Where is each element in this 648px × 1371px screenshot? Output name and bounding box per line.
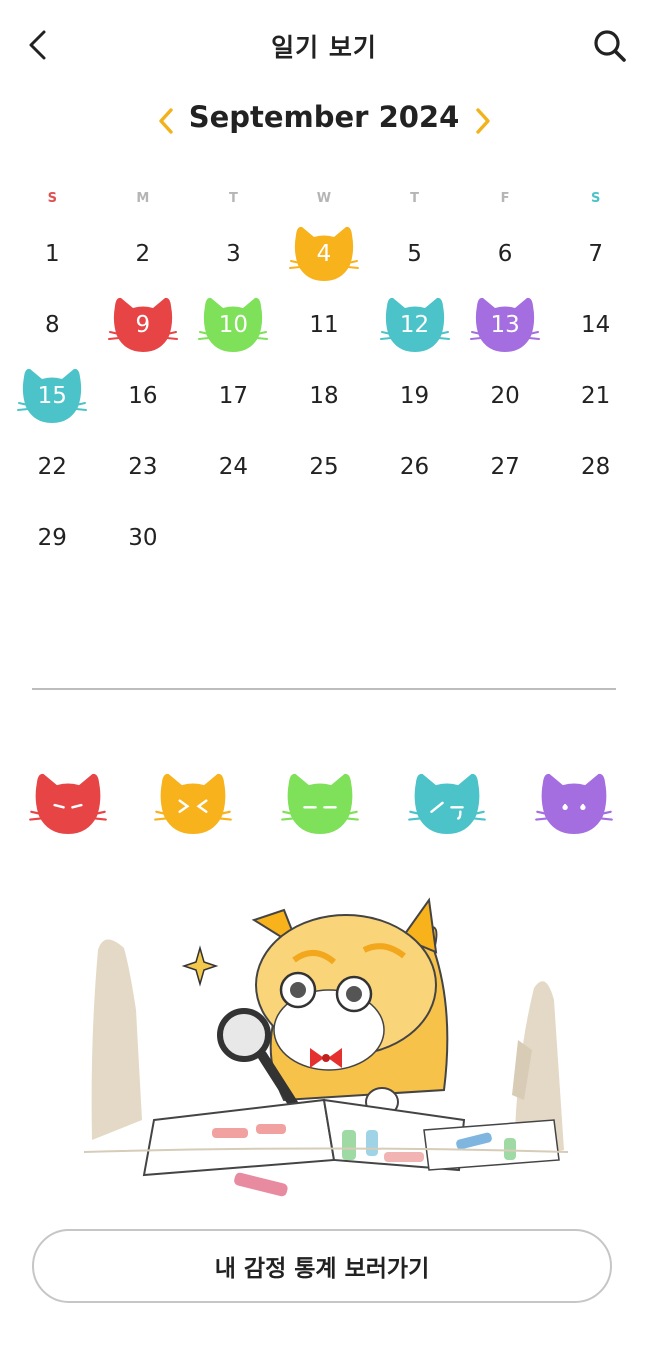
- calendar-day-cell[interactable]: 17: [188, 360, 279, 431]
- calendar-day-cell[interactable]: 10: [188, 289, 279, 360]
- day-number: 19: [399, 382, 430, 409]
- day-number: 15: [37, 382, 67, 409]
- day-number: 18: [309, 382, 339, 409]
- day-number: 6: [497, 240, 513, 267]
- calendar-day-cell[interactable]: 9: [98, 289, 189, 360]
- weekday-label: M: [136, 191, 150, 206]
- calendar-day-cell[interactable]: 22: [7, 431, 98, 502]
- calm-cat-icon[interactable]: [280, 766, 360, 842]
- angry-cat-icon[interactable]: [28, 766, 108, 842]
- weekday-label: W: [316, 191, 332, 206]
- search-icon[interactable]: [592, 28, 628, 64]
- calendar-day-cell[interactable]: 11: [279, 289, 370, 360]
- weekday-header: SMTWTFS: [7, 191, 641, 213]
- day-number: 23: [128, 453, 158, 480]
- day-number: 2: [135, 240, 151, 267]
- emotion-stats-button[interactable]: 내 감정 통계 보러가기: [32, 1229, 612, 1303]
- calendar-day-cell[interactable]: 5: [369, 218, 460, 289]
- month-navigation: September 2024: [0, 98, 648, 144]
- day-number: 24: [218, 453, 249, 480]
- calendar-day-cell[interactable]: 21: [550, 360, 641, 431]
- day-number: 10: [218, 311, 249, 338]
- divider: [32, 688, 616, 690]
- weekday-label: S: [590, 191, 601, 206]
- weekday-label: T: [228, 191, 238, 206]
- day-number: 22: [37, 453, 67, 480]
- calendar-day-cell[interactable]: 14: [550, 289, 641, 360]
- calendar-day-cell[interactable]: 24: [188, 431, 279, 502]
- calendar-day-cell[interactable]: 19: [369, 360, 460, 431]
- calendar-day-cell[interactable]: 28: [550, 431, 641, 502]
- calendar-day-cell[interactable]: 26: [369, 431, 460, 502]
- day-number: 27: [490, 453, 520, 480]
- month-label: September 2024: [188, 100, 460, 134]
- day-number: 30: [128, 524, 158, 551]
- day-number: 8: [44, 311, 60, 338]
- calendar-day-cell[interactable]: 6: [460, 218, 551, 289]
- calendar-day-cell[interactable]: 25: [279, 431, 370, 502]
- calendar-day-cell[interactable]: 15: [7, 360, 98, 431]
- calendar-day-cell[interactable]: 12: [369, 289, 460, 360]
- calendar-day-cell[interactable]: 30: [98, 502, 189, 573]
- day-number: 21: [581, 382, 611, 409]
- calendar-day-cell[interactable]: 1: [7, 218, 98, 289]
- calendar-day-cell[interactable]: 29: [7, 502, 98, 573]
- anxious-cat-icon[interactable]: [534, 766, 614, 842]
- day-number: 3: [226, 240, 241, 267]
- day-number: 11: [309, 311, 339, 338]
- emotion-legend: [28, 766, 628, 846]
- day-number: 4: [316, 240, 332, 267]
- calendar-day-cell[interactable]: 4: [279, 218, 370, 289]
- day-number: 29: [37, 524, 67, 551]
- calendar-day-cell[interactable]: 27: [460, 431, 551, 502]
- day-number: 5: [407, 240, 422, 267]
- weekday-label: S: [47, 191, 57, 206]
- day-number: 20: [490, 382, 520, 409]
- cat-with-magnifying-glass-illustration: [84, 897, 568, 1197]
- calendar-day-cell[interactable]: 20: [460, 360, 551, 431]
- calendar-day-cell[interactable]: 18: [279, 360, 370, 431]
- day-number: 17: [218, 382, 249, 409]
- day-number: 7: [588, 240, 603, 267]
- day-number: 16: [128, 382, 158, 409]
- weekday-label: T: [410, 191, 419, 206]
- sad-cat-icon[interactable]: [407, 766, 487, 842]
- day-number: 25: [309, 453, 339, 480]
- top-bar: 일기 보기: [0, 0, 648, 90]
- page-title: 일기 보기: [271, 33, 377, 62]
- next-month-icon[interactable]: [467, 106, 497, 136]
- emotion-stats-button-label: 내 감정 통계 보러가기: [214, 1256, 430, 1282]
- day-number: 12: [399, 311, 430, 338]
- weekday-label: F: [500, 191, 510, 206]
- day-number: 13: [490, 311, 520, 338]
- day-number: 1: [44, 240, 60, 267]
- calendar-day-cell[interactable]: 3: [188, 218, 279, 289]
- excited-cat-icon[interactable]: [153, 766, 233, 842]
- day-number: 26: [399, 453, 430, 480]
- calendar-day-cell[interactable]: 23: [98, 431, 189, 502]
- calendar-day-cell[interactable]: 13: [460, 289, 551, 360]
- day-number: 9: [135, 311, 151, 338]
- calendar-day-cell[interactable]: 2: [98, 218, 189, 289]
- day-number: 28: [581, 453, 611, 480]
- calendar-day-cell[interactable]: 16: [98, 360, 189, 431]
- calendar-day-cell[interactable]: 7: [550, 218, 641, 289]
- day-number: 14: [581, 311, 611, 338]
- calendar-day-cell[interactable]: 8: [7, 289, 98, 360]
